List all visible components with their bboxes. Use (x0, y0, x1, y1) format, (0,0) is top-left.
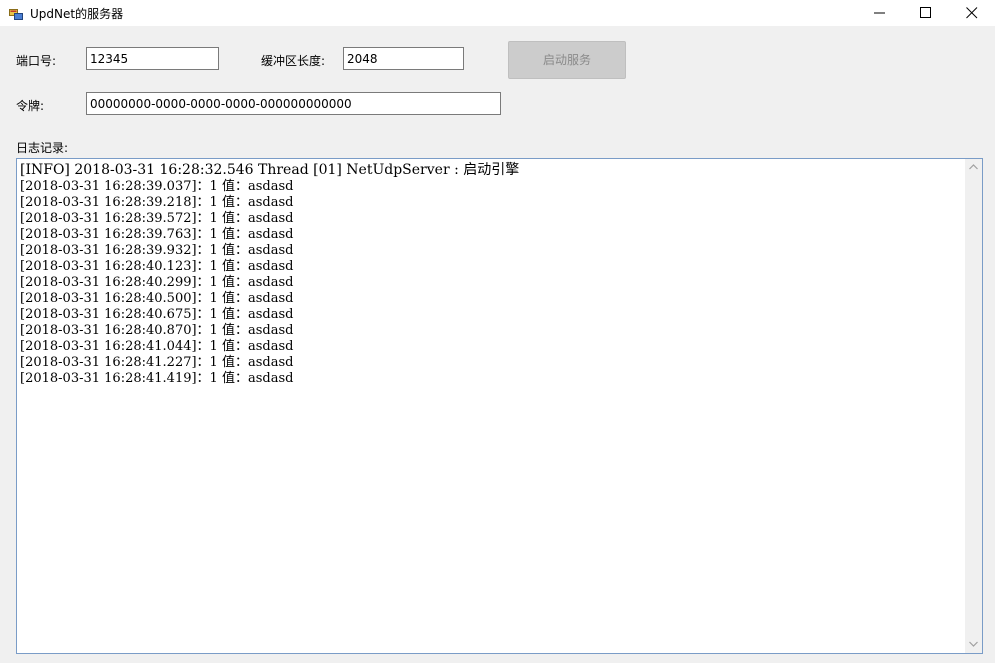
log-line: [INFO] 2018-03-31 16:28:32.546 Thread [0… (20, 162, 520, 178)
maximize-button[interactable] (903, 0, 949, 26)
log-line: [2018-03-31 16:28:40.870]：1 值：asdasd (20, 323, 294, 338)
port-label: 端口号: (16, 54, 57, 68)
scroll-up-button[interactable] (965, 159, 982, 176)
start-service-button[interactable]: 启动服务 (508, 41, 626, 79)
close-icon (966, 7, 978, 19)
title-bar[interactable]: UpdNet的服务器 (0, 0, 995, 26)
log-textarea[interactable]: [INFO] 2018-03-31 16:28:32.546 Thread [0… (16, 158, 983, 654)
log-scrollbar[interactable] (965, 159, 982, 653)
main-window: UpdNet的服务器 端口号: 12345 缓冲区长度: 2048 启动服务 令… (0, 0, 995, 663)
close-button[interactable] (949, 0, 995, 26)
log-line: [2018-03-31 16:28:41.227]：1 值：asdasd (20, 355, 294, 370)
maximize-icon (920, 7, 931, 18)
log-line: [2018-03-31 16:28:39.932]：1 值：asdasd (20, 243, 294, 258)
port-input[interactable]: 12345 (86, 47, 219, 70)
log-line: [2018-03-31 16:28:40.299]：1 值：asdasd (20, 275, 294, 290)
log-line: [2018-03-31 16:28:40.675]：1 值：asdasd (20, 307, 294, 322)
scroll-down-button[interactable] (965, 636, 982, 653)
app-window-icon (9, 6, 23, 20)
buffer-length-input[interactable]: 2048 (343, 47, 464, 70)
log-line: [2018-03-31 16:28:41.419]：1 值：asdasd (20, 371, 294, 386)
token-label: 令牌: (16, 99, 45, 113)
log-label: 日志记录: (16, 141, 69, 155)
log-line: [2018-03-31 16:28:41.044]：1 值：asdasd (20, 339, 294, 354)
log-line: [2018-03-31 16:28:39.218]：1 值：asdasd (20, 195, 294, 210)
log-line: [2018-03-31 16:28:40.123]：1 值：asdasd (20, 259, 294, 274)
log-line: [2018-03-31 16:28:39.037]：1 值：asdasd (20, 179, 294, 194)
minimize-button[interactable] (857, 0, 903, 26)
chevron-up-icon (969, 164, 978, 170)
window-title: UpdNet的服务器 (30, 7, 124, 21)
log-lines: [INFO] 2018-03-31 16:28:32.546 Thread [0… (20, 162, 519, 387)
chevron-down-icon (969, 641, 978, 647)
log-line: [2018-03-31 16:28:40.500]：1 值：asdasd (20, 291, 294, 306)
minimize-icon (874, 12, 885, 14)
log-line: [2018-03-31 16:28:39.572]：1 值：asdasd (20, 211, 294, 226)
buffer-length-label: 缓冲区长度: (261, 54, 326, 68)
token-input[interactable]: 00000000-0000-0000-0000-000000000000 (86, 92, 501, 115)
log-line: [2018-03-31 16:28:39.763]：1 值：asdasd (20, 227, 294, 242)
